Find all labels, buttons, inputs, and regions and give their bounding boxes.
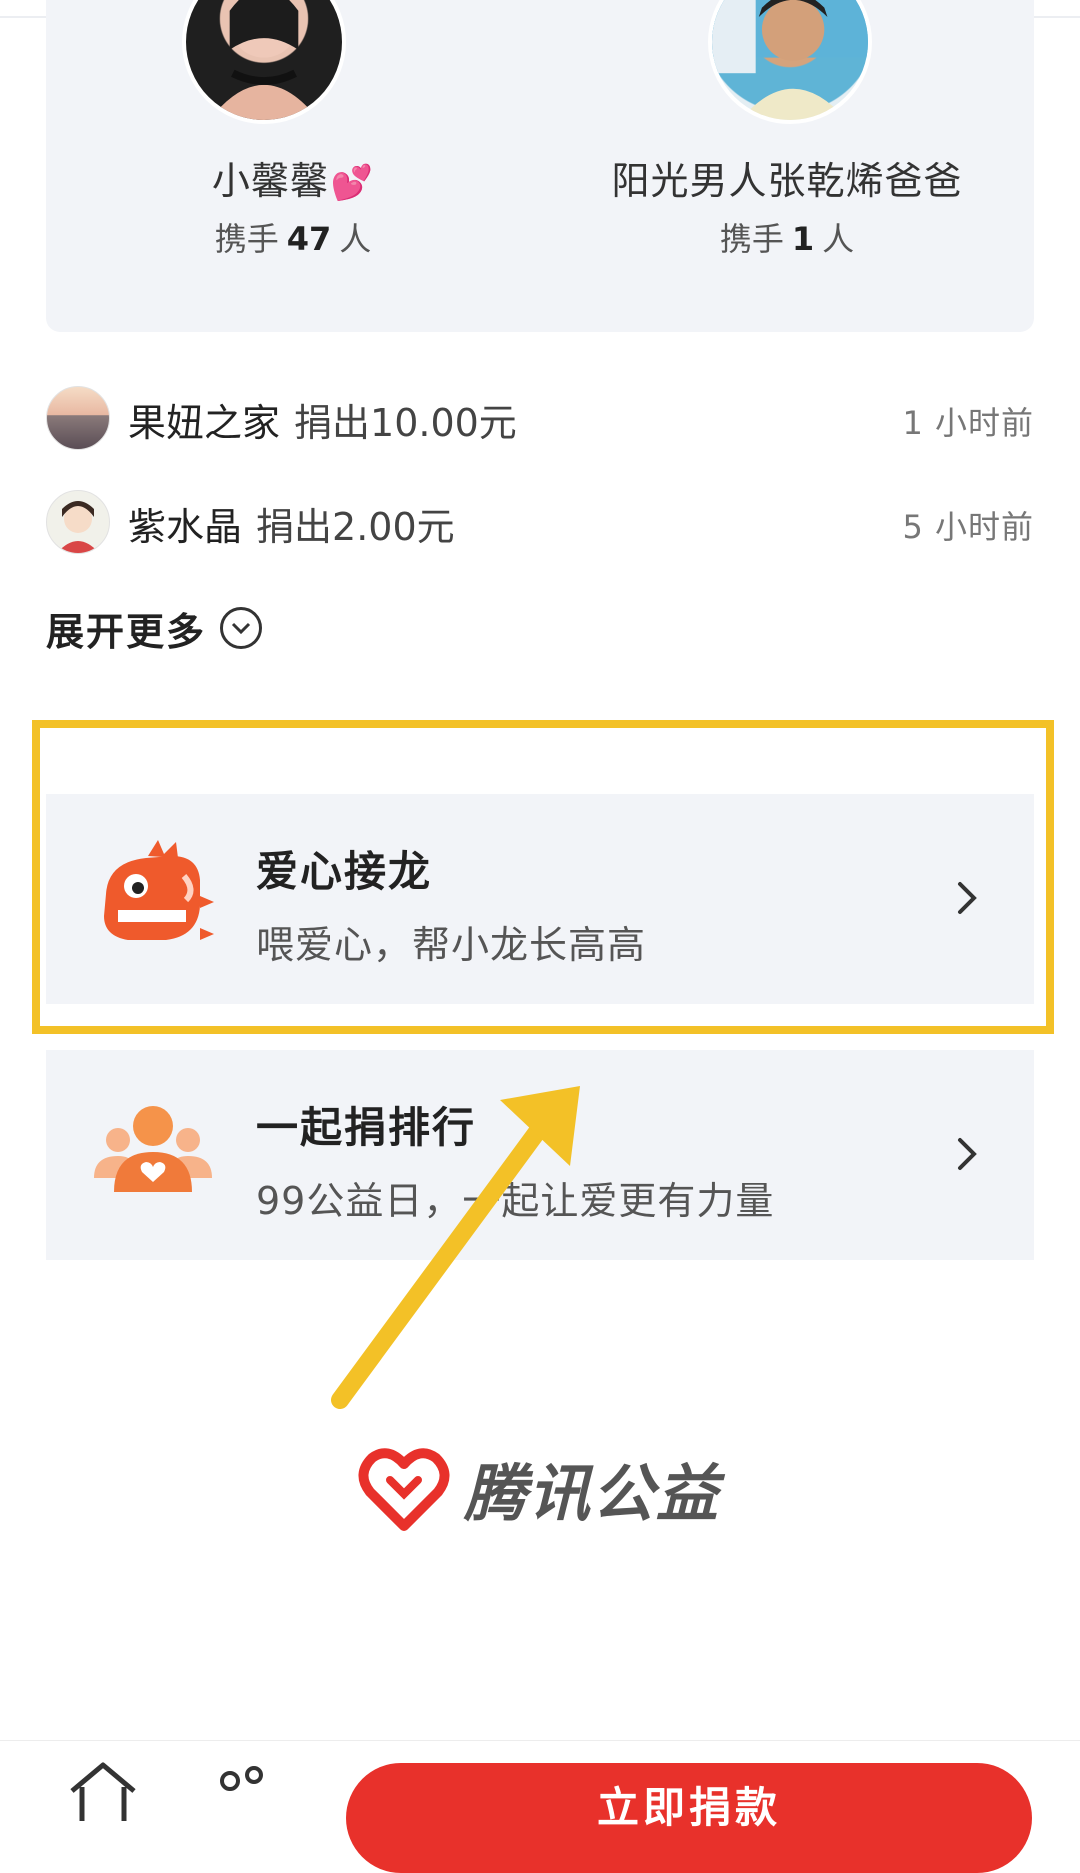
avatar — [46, 386, 110, 450]
dragon-icon — [104, 840, 214, 940]
donation-row: 紫水晶 捐出2.00元 5 小时前 — [46, 490, 1034, 554]
chevron-right-icon — [958, 882, 977, 914]
chevron-down-icon — [220, 607, 263, 649]
avatar — [182, 0, 346, 124]
annotation-arrow-icon — [331, 1086, 580, 1409]
love-chain-card[interactable]: 爱心接龙 喂爱心，帮小龙长高高 — [46, 794, 1034, 1004]
donation-row: 果妞之家 捐出10.00元 1 小时前 — [46, 386, 1034, 450]
companion-item[interactable]: 阳光男人张乾烯爸爸 携手 1 人 — [540, 0, 1034, 300]
heart-emoji: 💕 — [330, 163, 375, 203]
bottom-bar: 立即捐款 — [0, 1740, 1080, 1873]
tencent-charity-heart-icon — [358, 1448, 450, 1531]
donation-time: 5 小时前 — [902, 508, 1034, 546]
expand-more-label: 展开更多 — [46, 609, 207, 654]
expand-more-button[interactable]: 展开更多 — [46, 600, 263, 656]
donation-amount: 捐出10.00元 — [294, 401, 517, 445]
people-icon[interactable] — [210, 1763, 270, 1813]
donor-name: 紫水晶 — [128, 505, 243, 549]
feature-title: 爱心接龙 — [256, 847, 433, 896]
companions-card: 小馨馨💕 携手 47 人 阳光男人张乾烯爸爸 携手 1 人 — [46, 0, 1034, 332]
donation-amount: 捐出2.00元 — [256, 505, 455, 549]
companion-name: 小馨馨 — [211, 159, 329, 203]
donation-time: 1 小时前 — [902, 404, 1034, 442]
donate-button[interactable]: 立即捐款 — [346, 1763, 1032, 1873]
chevron-right-icon — [958, 1138, 977, 1170]
avatar — [708, 0, 872, 124]
avatar — [46, 490, 110, 554]
companion-count: 携手 47 人 — [214, 220, 372, 258]
companion-count: 携手 1 人 — [719, 220, 855, 258]
group-rank-icon — [94, 1106, 212, 1192]
tencent-charity-logo: 腾讯公益 — [356, 1440, 720, 1536]
home-icon[interactable] — [66, 1761, 140, 1821]
companion-name: 阳光男人张乾烯爸爸 — [611, 159, 963, 203]
feature-subtitle: 喂爱心，帮小龙长高高 — [256, 923, 647, 967]
companion-item[interactable]: 小馨馨💕 携手 47 人 — [46, 0, 540, 300]
donor-name: 果妞之家 — [128, 401, 281, 445]
logo-text: 腾讯公益 — [464, 1457, 721, 1530]
